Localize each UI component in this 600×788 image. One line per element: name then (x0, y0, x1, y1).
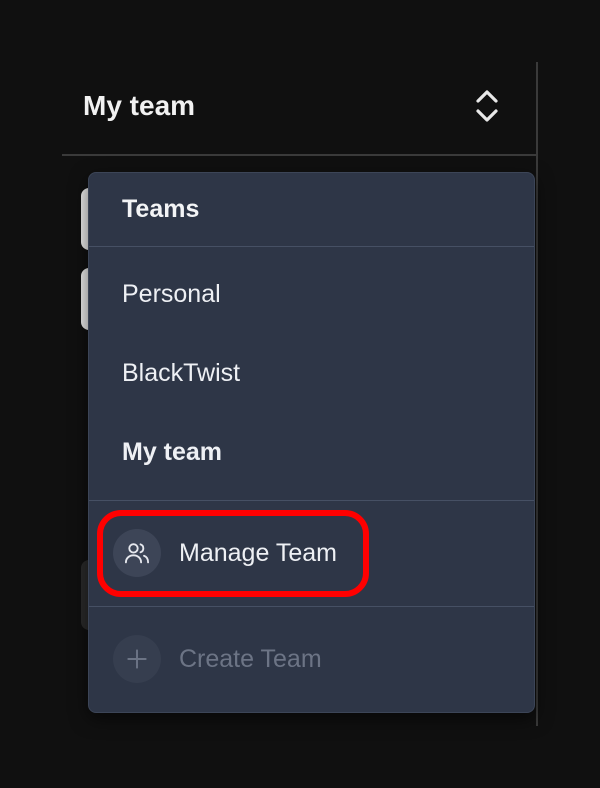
users-icon (113, 529, 161, 577)
app-root: My team Teams Personal BlackTwist My tea… (0, 0, 600, 788)
divider (89, 246, 534, 247)
sidebar-border (536, 62, 538, 726)
team-switcher-button[interactable]: My team (62, 62, 536, 156)
divider (89, 606, 534, 607)
chevrons-up-down-icon (476, 90, 498, 122)
team-option-personal[interactable]: Personal (122, 280, 221, 309)
menu-heading: Teams (122, 195, 200, 223)
create-team-button[interactable]: Create Team (113, 635, 322, 683)
team-option-my-team[interactable]: My team (122, 438, 222, 467)
divider (89, 500, 534, 501)
manage-team-button[interactable]: Manage Team (113, 529, 337, 577)
current-team-label: My team (83, 90, 196, 121)
manage-team-label: Manage Team (179, 538, 337, 567)
team-option-blacktwist[interactable]: BlackTwist (122, 359, 240, 388)
create-team-label: Create Team (179, 644, 322, 673)
team-dropdown-menu: Teams Personal BlackTwist My team Manage… (88, 172, 535, 713)
plus-icon (113, 635, 161, 683)
